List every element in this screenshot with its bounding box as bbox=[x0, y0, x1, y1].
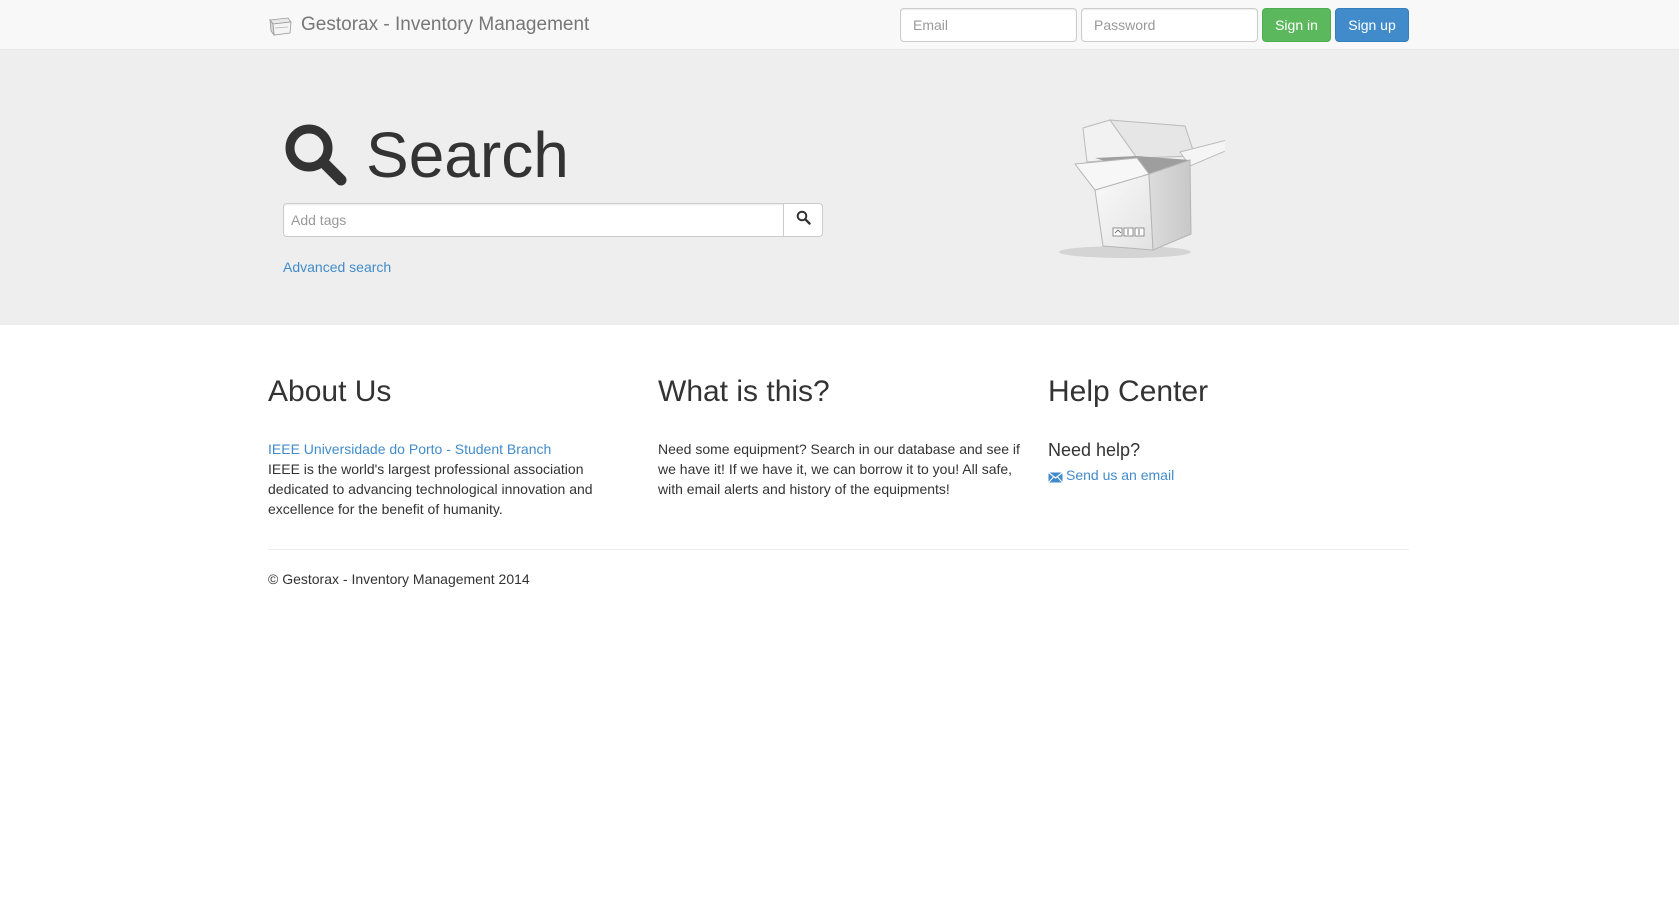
footer-copyright: © Gestorax - Inventory Management 2014 bbox=[268, 571, 530, 587]
brand-link[interactable]: Gestorax - Inventory Management bbox=[267, 13, 589, 37]
advanced-search-link[interactable]: Advanced search bbox=[283, 259, 391, 275]
footer-divider bbox=[268, 549, 1409, 550]
search-heading: Search bbox=[283, 120, 569, 190]
sign-in-label: Sign in bbox=[1275, 17, 1318, 33]
what-is-this-section: What is this? Need some equipment? Searc… bbox=[658, 370, 1028, 499]
top-navbar: Gestorax - Inventory Management Sign in … bbox=[0, 0, 1679, 50]
password-field[interactable] bbox=[1081, 8, 1258, 42]
sign-up-label: Sign up bbox=[1348, 17, 1396, 33]
need-help-subheading: Need help? bbox=[1048, 440, 1141, 460]
search-button[interactable] bbox=[783, 203, 823, 237]
ieee-branch-link[interactable]: IEEE Universidade do Porto - Student Bra… bbox=[268, 441, 551, 457]
about-us-text: IEEE is the world's largest professional… bbox=[268, 461, 593, 517]
email-field[interactable] bbox=[900, 8, 1077, 42]
about-us-heading: About Us bbox=[268, 375, 392, 408]
search-icon bbox=[796, 210, 811, 230]
help-center-section: Help Center Need help? Send us an email bbox=[1048, 370, 1418, 483]
brand-title: Gestorax - Inventory Management bbox=[301, 14, 590, 35]
search-hero: Search Advanced search bbox=[0, 50, 1679, 325]
search-title: Search bbox=[366, 119, 569, 191]
sign-up-button[interactable]: Sign up bbox=[1335, 8, 1409, 42]
what-is-this-text: Need some equipment? Search in our datab… bbox=[658, 441, 1020, 497]
what-is-this-heading: What is this? bbox=[658, 375, 830, 408]
envelope-icon bbox=[1048, 470, 1063, 483]
box-icon bbox=[267, 14, 293, 37]
sign-in-button[interactable]: Sign in bbox=[1262, 8, 1331, 42]
send-email-label: Send us an email bbox=[1066, 467, 1175, 483]
open-box-icon bbox=[1025, 100, 1238, 260]
magnifier-icon bbox=[283, 122, 349, 188]
about-us-body: IEEE Universidade do Porto - Student Bra… bbox=[268, 439, 638, 519]
about-us-section: About Us IEEE Universidade do Porto - St… bbox=[268, 370, 638, 519]
help-center-heading: Help Center bbox=[1048, 375, 1209, 408]
send-email-link[interactable]: Send us an email bbox=[1048, 467, 1418, 483]
tags-input[interactable] bbox=[283, 203, 783, 237]
